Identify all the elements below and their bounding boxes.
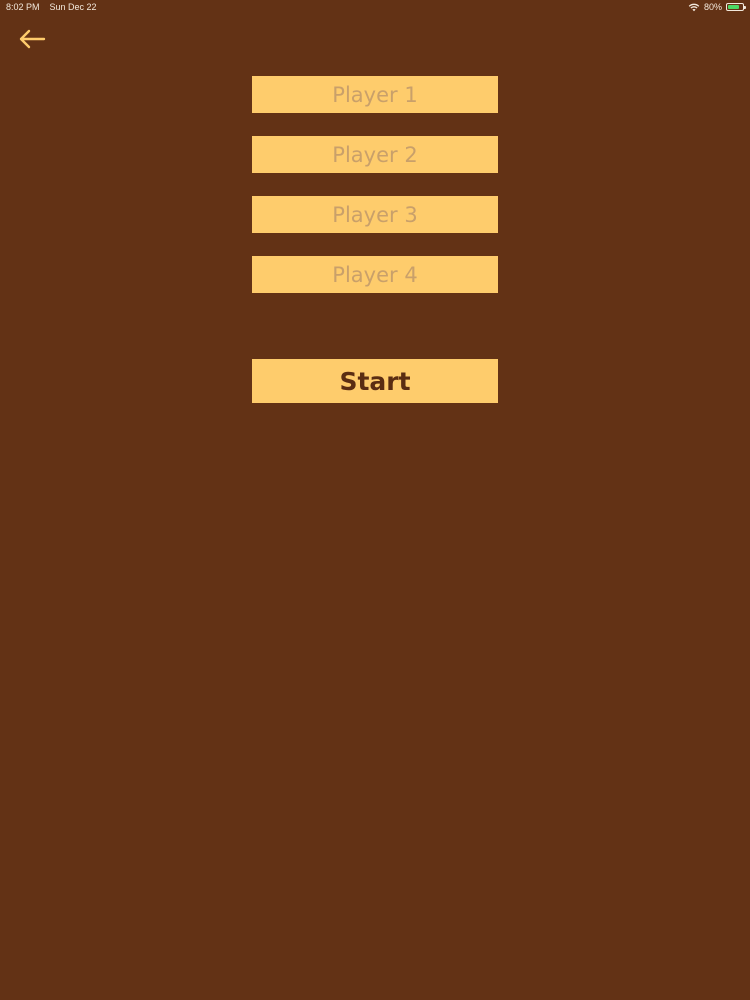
- arrow-left-icon: [19, 29, 46, 49]
- start-button[interactable]: Start: [252, 359, 498, 403]
- status-bar: 8:02 PM Sun Dec 22 80%: [0, 0, 750, 14]
- player-3-input[interactable]: [252, 196, 498, 233]
- status-left: 8:02 PM Sun Dec 22: [6, 0, 97, 14]
- battery-icon: [726, 3, 746, 11]
- back-button[interactable]: [16, 26, 48, 52]
- player-4-input[interactable]: [252, 256, 498, 293]
- status-time: 8:02 PM: [6, 2, 40, 12]
- battery-percent: 80%: [703, 2, 722, 12]
- player-1-input[interactable]: [252, 76, 498, 113]
- battery-level: [728, 5, 739, 9]
- wifi-icon: [688, 3, 700, 12]
- status-date: Sun Dec 22: [49, 2, 97, 12]
- status-right: 80%: [688, 0, 746, 14]
- player-2-input[interactable]: [252, 136, 498, 173]
